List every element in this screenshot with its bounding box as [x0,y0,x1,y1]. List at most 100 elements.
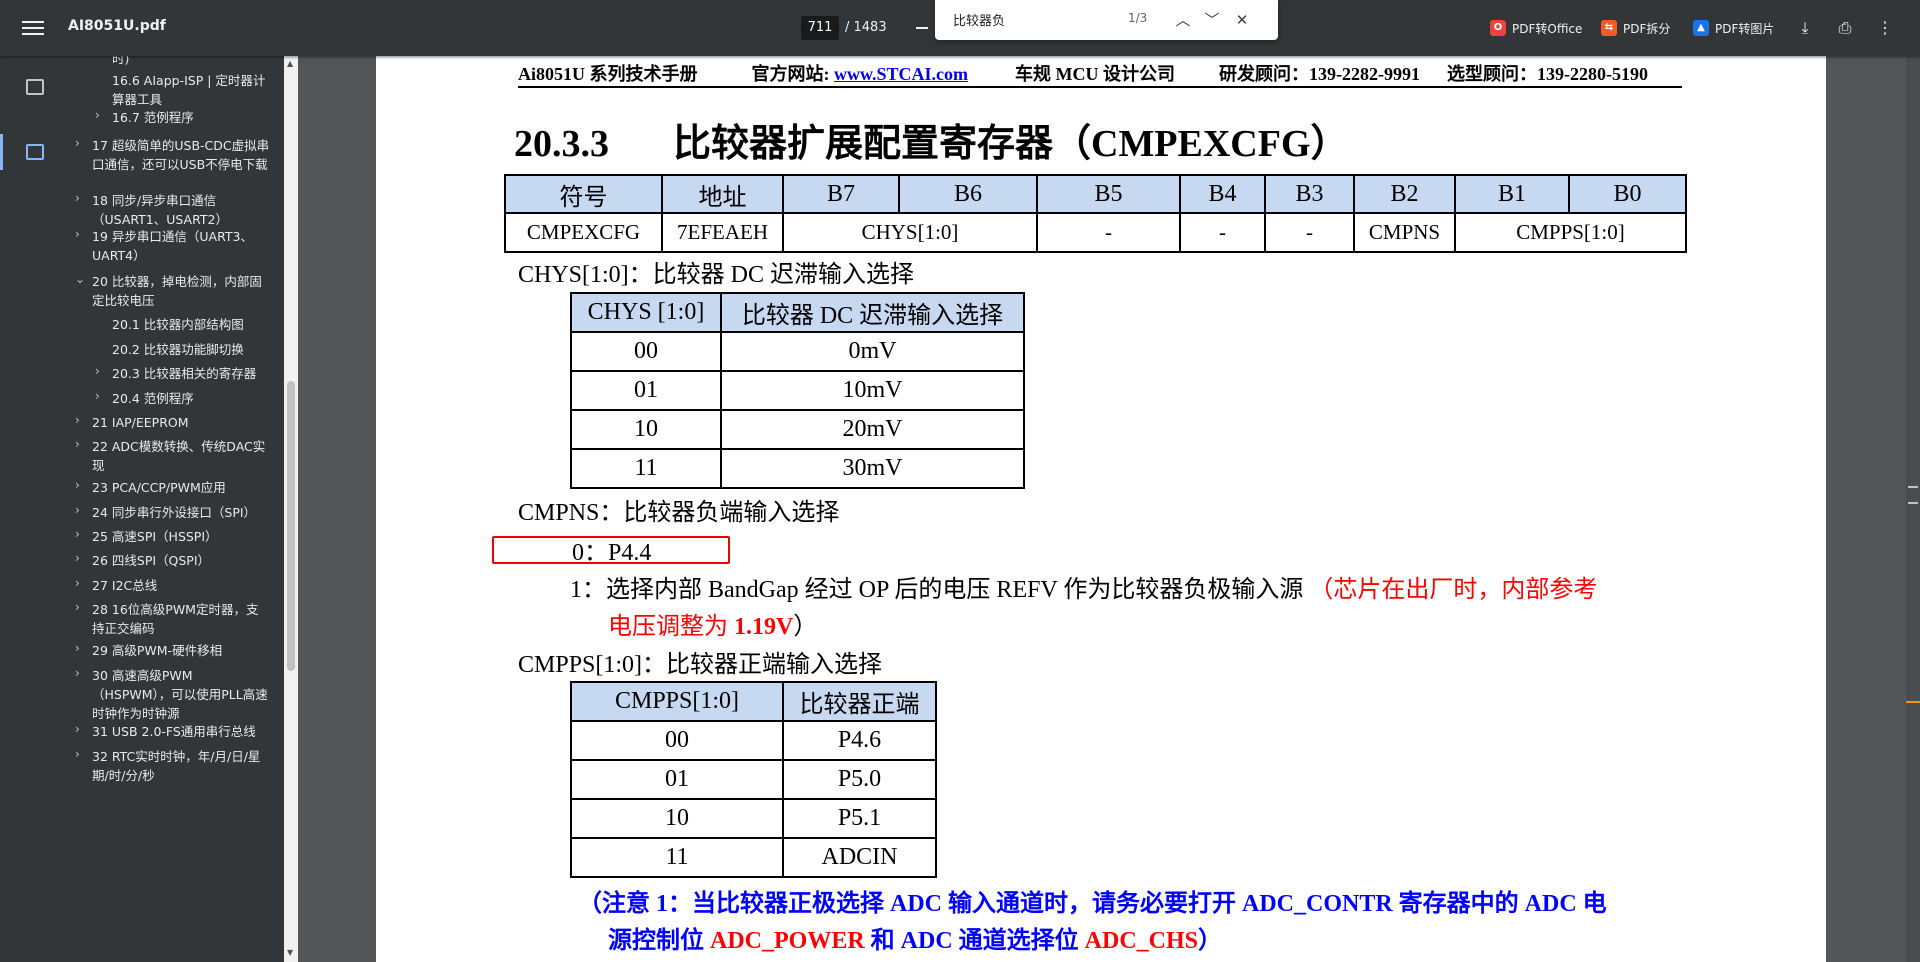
outline-chevron-icon[interactable]: › [75,576,80,590]
page-number-input[interactable]: 711 [801,16,839,40]
table-cell: 0mV [720,331,1025,372]
cmpns-option-1-cont: 电压调整为 1.19V） [608,606,817,641]
outline-item[interactable]: 时) [112,56,270,68]
outline-item[interactable]: 21 IAP/EEPROM [92,413,270,432]
menu-icon[interactable] [22,17,44,39]
outline-chevron-icon[interactable]: › [75,503,80,517]
outline-item[interactable]: 20.1 比较器内部结构图 [112,315,270,334]
outline-item[interactable]: 19 异步串口通信（UART3、UART4） [92,227,270,265]
company-tagline: 车规 MCU 设计公司 [1015,64,1176,84]
scroll-down-icon[interactable]: ▼ [287,948,293,957]
note-text-3: ） [1198,928,1223,954]
cmpns-option-1: 1：选择内部 BandGap 经过 OP 后的电压 REFV 作为比较器负极输入… [570,569,1597,604]
register-row: CMPEXCFG 7EFEAEH CHYS[1:0] - - - CMPNS C… [504,212,1687,253]
outline-chevron-icon[interactable]: › [75,478,80,492]
find-input[interactable]: 比较器负 [953,10,1005,29]
section-heading: 20.3.3 比较器扩展配置寄存器（CMPEXCFG） [514,112,1349,167]
register-bits-b1-b0: CMPPS[1:0] [1454,212,1687,253]
outline-item[interactable]: 20.4 范例程序 [112,389,270,408]
outline-chevron-icon[interactable]: › [75,413,80,427]
outline-item[interactable]: 16.6 AIapp-ISP | 定时器计算器工具 [112,71,270,109]
cmpns-note-end: ） [793,614,818,640]
cmpns-title: CMPNS：比较器负端输入选择 [518,500,840,526]
outline-chevron-icon[interactable]: › [75,136,80,150]
note-adc-power: ADC_POWER [710,928,865,954]
outline-item[interactable]: 31 USB 2.0-FS通用串行总线 [92,722,270,741]
register-table: 符号 地址 B7 B6 B5 B4 B3 B2 B1 B0 CMPEXCFG 7EFEAEH CH… [504,174,1687,253]
outline-chevron-icon[interactable]: › [75,227,80,241]
table-cell: 10mV [720,370,1025,411]
outline-item[interactable]: 25 高速SPI（HSSPI） [92,527,270,546]
outline-chevron-icon[interactable]: › [95,364,100,378]
outline-item[interactable]: 29 高级PWM-硬件移相 [92,641,270,660]
viewer-background [1826,56,1906,962]
find-match-marker [1906,701,1920,703]
outline-item[interactable]: 20 比较器，掉电检测，内部固定比较电压 [92,272,270,310]
table-row: 10 20mV [570,409,1025,450]
sidebar-rail [0,56,70,962]
table-cell: 00 [570,720,784,761]
outline-chevron-icon[interactable]: › [75,551,80,565]
document-outline: 时) 16.6 AIapp-ISP | 定时器计算器工具 › 16.7 范例程序 › 17… [70,56,284,962]
find-previous-icon[interactable]: ︿ [1172,9,1194,31]
outline-item[interactable]: 30 高速高级PWM（HSPWM），可以使用PLL高速时钟作为时钟源 [92,666,270,723]
pdf-to-image-button[interactable]: ▲ PDF转图片 [1693,17,1774,39]
register-bit-b4: - [1179,212,1266,253]
more-options-icon[interactable]: ⋮ [1873,16,1897,40]
register-bit-b2: CMPNS [1353,212,1456,253]
outline-chevron-icon[interactable]: › [75,747,80,761]
pdf-to-office-button[interactable]: O PDF转Office [1490,17,1582,39]
outline-item[interactable]: 20.3 比较器相关的寄存器 [112,364,270,383]
note-adc-chs: ADC_CHS [1084,928,1199,954]
outline-chevron-icon[interactable]: ⌄ [75,272,85,286]
outline-item[interactable]: 27 I2C总线 [92,576,270,595]
outline-chevron-icon[interactable]: › [75,600,80,614]
register-header-cell: B5 [1036,174,1181,214]
find-next-icon[interactable]: ﹀ [1201,9,1223,31]
document-scrollbar[interactable] [1906,56,1920,962]
scroll-up-icon[interactable]: ▲ [287,59,293,68]
outline-chevron-icon[interactable]: › [75,437,80,451]
outline-item[interactable]: 18 同步/异步串口通信（USART1、USART2） [92,191,270,229]
scrollbar-grip-icon[interactable] [1908,486,1918,504]
outline-item[interactable]: 22 ADC模数转换、传统DAC实现 [92,437,270,475]
outline-scrollbar[interactable]: ▲ ▼ [284,56,298,962]
website-link[interactable]: www.STCAI.com [834,64,968,84]
cmpns-note-cont: 电压调整为 [608,614,734,640]
table-row: 01 P5.0 [570,759,937,800]
note-line-1: （注意 1：当比较器正极选择 ADC 输入通道时，请务必要打开 ADC_CONT… [578,891,1607,917]
outline-item[interactable]: 23 PCA/CCP/PWM应用 [92,478,270,497]
find-close-icon[interactable]: ✕ [1231,9,1253,31]
outline-item[interactable]: 20.2 比较器功能脚切换 [112,340,270,359]
register-header-cell: B4 [1179,174,1266,214]
outline-icon[interactable] [22,139,48,165]
outline-item[interactable]: 24 同步串行外设接口（SPI） [92,503,270,522]
outline-item[interactable]: 26 四线SPI（QSPI） [92,551,270,570]
table-header-cell: CHYS [1:0] [570,292,722,333]
table-cell: 11 [570,837,784,878]
outline-item[interactable]: 16.7 范例程序 [112,108,270,127]
outline-chevron-icon[interactable]: › [95,108,100,122]
outline-chevron-icon[interactable]: › [75,641,80,655]
thumbnails-icon[interactable] [22,74,48,100]
zoom-out-icon[interactable] [916,27,928,29]
cmpps-title: CMPPS[1:0]：比较器正端输入选择 [518,652,883,678]
find-bar: 比较器负 1/3 ︿ ﹀ ✕ [935,0,1278,40]
pdf-split-button[interactable]: ⇆ PDF拆分 [1601,17,1670,39]
outline-item[interactable]: 28 16位高级PWM定时器，支持正交编码 [92,600,270,638]
outline-chevron-icon[interactable]: › [95,389,100,403]
table-row: 00 0mV [570,331,1025,372]
outline-item[interactable]: 32 RTC实时时钟，年/月/日/星期/时/分/秒 [92,747,270,785]
outline-scrollbar-thumb[interactable] [287,381,295,671]
table-row: 00 P4.6 [570,720,937,761]
outline-chevron-icon[interactable]: › [75,191,80,205]
cmpns-option-1-text: 1：选择内部 BandGap 经过 OP 后的电压 REFV 作为比较器负极输入… [570,577,1310,603]
outline-chevron-icon[interactable]: › [75,666,80,680]
outline-chevron-icon[interactable]: › [75,722,80,736]
split-icon: ⇆ [1601,20,1617,36]
download-icon[interactable]: ⤓ [1793,16,1817,40]
table-cell: 10 [570,409,722,450]
outline-item[interactable]: 17 超级简单的USB-CDC虚拟串口通信，还可以USB不停电下载 [92,136,270,174]
outline-chevron-icon[interactable]: › [75,527,80,541]
print-icon[interactable]: ⎙ [1833,16,1857,40]
